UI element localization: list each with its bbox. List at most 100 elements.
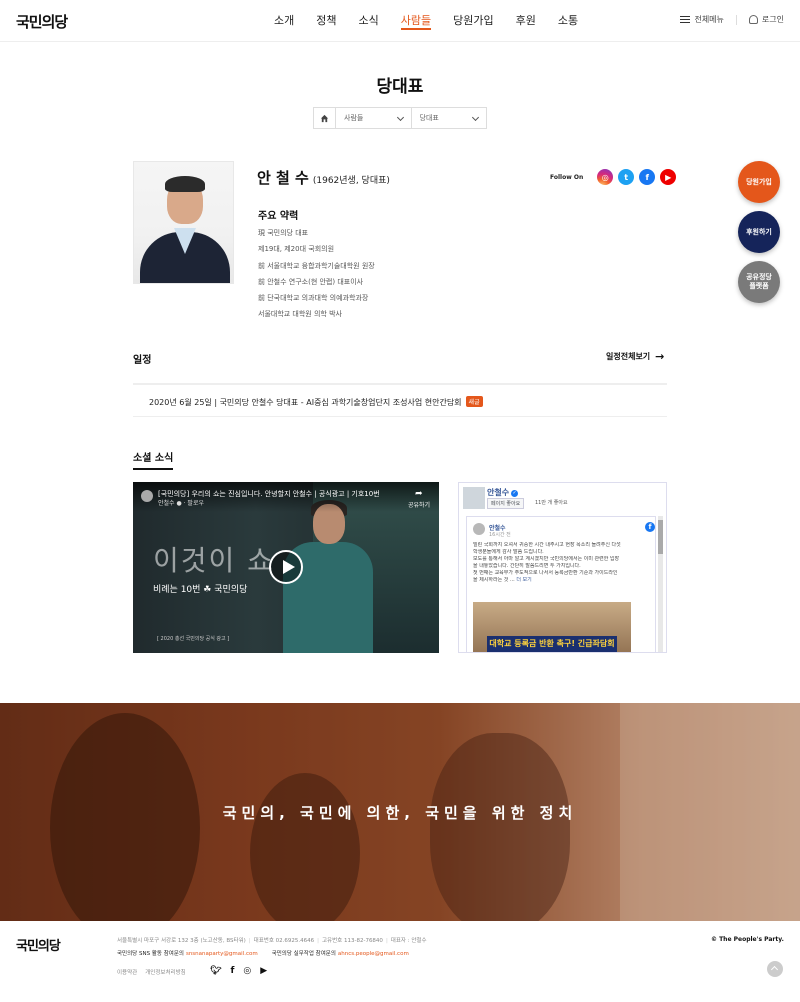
breadcrumb: 사람들 당대표 bbox=[313, 107, 487, 129]
nav-about[interactable]: 소개 bbox=[274, 0, 294, 42]
facebook-icon[interactable]: f bbox=[230, 966, 234, 976]
video-caption: [ 2020 총선 국민의당 공식 광고 ] bbox=[157, 636, 230, 642]
profile-name-text: 안 철 수 bbox=[257, 169, 309, 187]
fb-page-avatar[interactable] bbox=[463, 487, 485, 509]
footer-info: 서울특별시 마포구 서강로 132 3층 (노고산동, BS타워) | 대표번호 0… bbox=[117, 938, 427, 944]
fb-page-name[interactable]: 안철수 ✓ bbox=[487, 487, 519, 498]
contact2-mail[interactable]: ahncs.people@gmail.com bbox=[338, 951, 409, 957]
fb-post-line: 학생분들에게 감사 말씀 드립니다. bbox=[473, 549, 544, 555]
scroll-top-button[interactable] bbox=[767, 961, 783, 977]
fb-post-line: 밀린 국회까지 오셔서 귀중한 시간 내주시고 현장 목소리 들려주신 다섯 bbox=[473, 542, 621, 548]
fb-post-line: 보도를 통해서 아마 알고 계시겠지만 국민의당에서는 이미 관련한 입장 bbox=[473, 556, 620, 562]
nav-donate[interactable]: 후원 bbox=[516, 0, 536, 42]
video-overlay-title: 이것이 쇼 bbox=[153, 544, 275, 577]
video-overlay-sub: 비례는 10번 ☘ 국민의당 bbox=[153, 585, 248, 595]
nav-join[interactable]: 당원가입 bbox=[453, 0, 493, 42]
nav-news[interactable]: 소식 bbox=[359, 0, 379, 42]
floating-join-button[interactable]: 당원가입 bbox=[738, 161, 780, 203]
schedule-item-text: 2020년 6월 25일 | 국민의당 안철수 당대표 - AI중심 과학기술창… bbox=[149, 396, 483, 408]
fb-post-text: 밀린 국회까지 오셔서 귀중한 시간 내주시고 현장 목소리 들려주신 다섯 학… bbox=[473, 542, 649, 584]
career-title: 주요 약력 bbox=[258, 211, 299, 222]
video-channel[interactable]: 안철수 ● · 팔로우 bbox=[158, 498, 204, 507]
footer-address: 서울특별시 마포구 서강로 132 3층 (노고산동, BS타워) bbox=[117, 938, 246, 944]
youtube-icon[interactable]: ▶ bbox=[660, 169, 677, 185]
fb-post-time[interactable]: 16시간 전 bbox=[489, 531, 511, 538]
career-item: 前 안철수 연구소(현 안랩) 대표이사 bbox=[258, 277, 364, 286]
footer-logo[interactable]: 국민의당 bbox=[16, 935, 61, 954]
fb-page-name-text: 안철수 bbox=[487, 488, 510, 497]
contact1-mail[interactable]: snsnanaparty@gmail.com bbox=[186, 951, 258, 957]
facebook-icon[interactable]: f bbox=[645, 522, 655, 532]
footer-reg: 고유번호 113-82-76840 bbox=[321, 938, 383, 944]
social-title: 소셜 소식 bbox=[133, 449, 174, 470]
career-item: 제19대, 제20대 국회의원 bbox=[258, 245, 335, 254]
terms-link[interactable]: 이용약관 bbox=[117, 970, 137, 976]
profile-photo bbox=[133, 161, 234, 284]
footer-sns: 🐦︎ f ◎ ▶ bbox=[210, 966, 276, 976]
user-icon bbox=[748, 15, 758, 24]
facebook-icon[interactable]: f bbox=[639, 169, 656, 185]
page-title: 당대표 bbox=[376, 77, 424, 97]
channel-avatar[interactable] bbox=[141, 490, 153, 502]
login-button[interactable]: 로그인 bbox=[748, 14, 784, 25]
nav-people[interactable]: 사람들 bbox=[400, 0, 432, 42]
youtube-icon[interactable]: ▶ bbox=[260, 966, 267, 976]
floating-platform-button[interactable]: 공유정당 플랫폼 bbox=[738, 261, 780, 303]
contact1-label: 국민의당 SNS 활동 참여문의 bbox=[117, 951, 184, 957]
privacy-link[interactable]: 개인정보처리방침 bbox=[145, 970, 185, 976]
schedule-item-label: 2020년 6월 25일 | 국민의당 안철수 당대표 - AI중심 과학기술창… bbox=[149, 398, 462, 407]
fb-like-button[interactable]: 페이지 좋아요 bbox=[487, 498, 525, 509]
fb-more-link[interactable]: 더 보기 bbox=[516, 577, 531, 583]
chevron-down-icon bbox=[396, 113, 404, 122]
instagram-icon[interactable]: ◎ bbox=[243, 966, 251, 976]
verified-icon: ✓ bbox=[511, 490, 519, 497]
footer-contact: 국민의당 SNS 활동 참여문의 snsnanaparty@gmail.com 국민… bbox=[117, 949, 423, 957]
floating-donate-button[interactable]: 후원하기 bbox=[738, 211, 780, 253]
breadcrumb-level2-label: 당대표 bbox=[419, 114, 439, 122]
fb-like-count: 11만 개 좋아요 bbox=[535, 500, 568, 506]
breadcrumb-select-page[interactable]: 당대표 bbox=[412, 108, 487, 128]
header-util: 전체메뉴 로그인 bbox=[680, 14, 784, 25]
site-footer: 국민의당 서울특별시 마포구 서강로 132 3층 (노고산동, BS타워) | 대… bbox=[0, 921, 800, 1002]
breadcrumb-level1-label: 사람들 bbox=[344, 114, 364, 122]
schedule-item[interactable]: 2020년 6월 25일 | 국민의당 안철수 당대표 - AI중심 과학기술창… bbox=[133, 383, 667, 417]
breadcrumb-home[interactable] bbox=[314, 108, 336, 128]
fb-like-label: 페이지 좋아요 bbox=[491, 501, 521, 507]
schedule-more-label: 일정전체보기 bbox=[606, 352, 651, 361]
fb-post: 안철수 16시간 전 f 밀린 국회까지 오셔서 귀중한 시간 내주시고 현장 … bbox=[466, 516, 656, 652]
login-label: 로그인 bbox=[761, 15, 784, 24]
hamburger-icon bbox=[680, 14, 691, 25]
play-button[interactable] bbox=[269, 550, 303, 584]
schedule-title: 일정 bbox=[133, 355, 152, 366]
footer-rep: 대표자 : 안철수 bbox=[390, 938, 427, 944]
fb-post-image[interactable]: 대학교 등록금 반환 촉구! 긴급좌담회 bbox=[473, 602, 631, 652]
twitter-icon[interactable]: t bbox=[618, 169, 635, 185]
all-menu-label: 전체메뉴 bbox=[694, 15, 724, 24]
footer-phone: 대표번호 02.6925.4646 bbox=[253, 938, 315, 944]
slogan-banner: 국민의, 국민에 의한, 국민을 위한 정치 bbox=[0, 703, 800, 921]
youtube-video[interactable]: [국민의당] 우리의 쇼는 진심입니다. 안녕할지 안철수 | 공식광고 | 기… bbox=[133, 482, 439, 653]
twitter-icon[interactable]: 🐦︎ bbox=[210, 966, 221, 976]
copyright: © The People's Party. bbox=[711, 936, 784, 943]
fb-post-avatar[interactable] bbox=[473, 523, 485, 535]
banner-slogan: 국민의, 국민에 의한, 국민을 위한 정치 bbox=[222, 804, 578, 822]
profile-meta: (1962년생, 당대표) bbox=[312, 176, 390, 186]
util-divider bbox=[735, 14, 737, 25]
career-item: 前 서울대학교 융합과학기술대학원 원장 bbox=[258, 261, 375, 270]
follow-on: Follow On ◎ t f ▶ bbox=[550, 169, 677, 185]
nav-policy[interactable]: 정책 bbox=[316, 0, 336, 42]
schedule-more-link[interactable]: 일정전체보기 → bbox=[606, 351, 664, 362]
all-menu-button[interactable]: 전체메뉴 bbox=[680, 14, 724, 25]
breadcrumb-select-section[interactable]: 사람들 bbox=[336, 108, 412, 128]
share-label[interactable]: 공유하기 bbox=[408, 500, 430, 509]
instagram-icon[interactable]: ◎ bbox=[597, 169, 614, 185]
career-item: 前 단국대학교 의과대학 의예과학과장 bbox=[258, 294, 369, 303]
fb-scrollbar[interactable] bbox=[658, 516, 663, 652]
chevron-down-icon bbox=[471, 113, 480, 122]
site-logo[interactable]: 국민의당 bbox=[16, 11, 68, 32]
share-icon[interactable]: ➦ bbox=[415, 489, 423, 499]
nav-communication[interactable]: 소통 bbox=[558, 0, 578, 42]
footer-links: 이용약관 개인정보처리방침 bbox=[117, 968, 194, 976]
site-header: 국민의당 소개 정책 소식 사람들 당원가입 후원 소통 전체메뉴 로그인 bbox=[0, 0, 800, 42]
fb-post-line-text: 을 제시하라는 것 ... bbox=[473, 577, 515, 583]
